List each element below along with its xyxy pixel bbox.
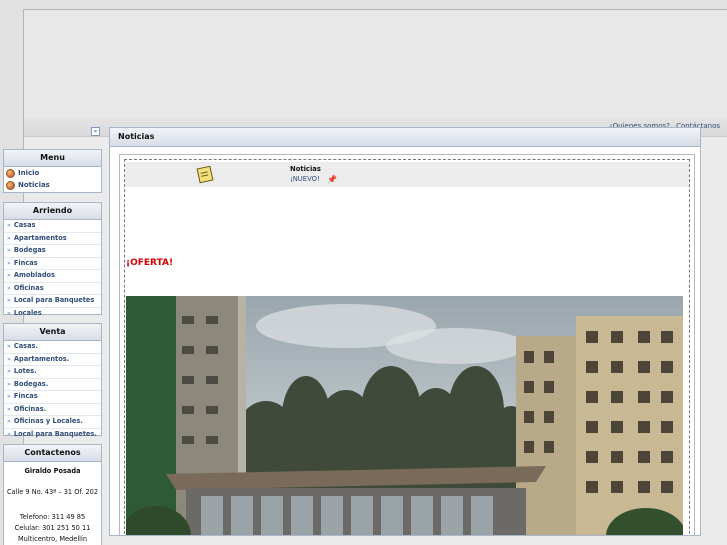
item-label: Local para Banquetes. <box>13 429 97 438</box>
venta-item-apartamentos[interactable]: » Apartamentos. <box>4 354 101 366</box>
arriendo-item-fincas[interactable]: » Fincas <box>4 258 101 270</box>
arrow-icon: » <box>7 297 11 304</box>
item-label: Local para Banquetes <box>13 296 95 304</box>
arrow-icon: » <box>7 430 11 438</box>
header-banner <box>24 10 727 118</box>
menu-item-label: Inicio <box>18 169 40 177</box>
venta-item-oficinas-locales[interactable]: » Oficinas y Locales. <box>4 416 101 429</box>
arriendo-item-local-banquetes[interactable]: » Local para Banquetes <box>4 295 101 308</box>
contact-phone: Telefono: 311 49 85 <box>19 513 86 521</box>
menu-item-inicio[interactable]: Inicio <box>4 167 101 179</box>
menu-title: Menu <box>4 150 101 167</box>
arriendo-item-casas[interactable]: » Casas <box>4 220 101 233</box>
news-icon <box>6 180 15 190</box>
news-frame: Noticias ¡NUEVO! 📌 ¡OFERTA! <box>124 159 690 535</box>
menu-item-noticias[interactable]: Noticias <box>4 179 101 191</box>
venta-item-local-banquetes[interactable]: » Local para Banquetes. <box>4 429 101 441</box>
arrow-icon: » <box>7 368 11 375</box>
contact-name: Giraldo Posada <box>24 467 81 475</box>
item-label: Amoblados <box>13 271 55 279</box>
item-label: Locales <box>13 308 42 317</box>
item-label: Oficinas <box>13 283 44 292</box>
arrow-icon: » <box>7 418 11 425</box>
item-label: Casas. <box>13 342 38 350</box>
content-frame: Noticias ¡NUEVO! 📌 ¡OFERTA! <box>119 154 695 535</box>
pin-icon: 📌 <box>327 175 337 184</box>
arriendo-item-bodegas[interactable]: » Bodegas <box>4 245 101 258</box>
menu-item-label: Noticias <box>18 181 50 189</box>
arriendo-item-locales[interactable]: » Locales <box>4 308 101 320</box>
item-label: Casas <box>13 221 36 229</box>
arrow-icon: » <box>7 222 11 229</box>
venta-item-lotes[interactable]: » Lotes. <box>4 366 101 379</box>
arrow-icon: » <box>7 380 11 388</box>
venta-title: Venta <box>4 324 101 341</box>
menu-box: Menu Inicio Noticias <box>3 149 102 193</box>
arrow-icon: » <box>7 309 11 317</box>
venta-item-fincas[interactable]: » Fincas <box>4 391 101 404</box>
venta-box: Venta » Casas. » Apartamentos. » Lotes. » Bo… <box>3 323 102 438</box>
collapse-sidebar-button[interactable]: « <box>91 127 100 136</box>
main-title: Noticias <box>110 128 700 147</box>
contact-title: Contactenos <box>4 445 101 462</box>
item-label: Oficinas y Locales. <box>13 417 83 425</box>
item-label: Bodegas. <box>13 379 49 388</box>
arrow-icon: » <box>7 405 11 413</box>
arrow-icon: » <box>7 284 11 292</box>
venta-item-bodegas[interactable]: » Bodegas. <box>4 379 101 391</box>
arriendo-title: Arriendo <box>4 203 101 220</box>
note-icon <box>196 165 214 184</box>
arriendo-box: Arriendo » Casas » Apartamentos » Bodegas »… <box>3 202 102 317</box>
home-icon <box>6 168 15 178</box>
arrow-icon: » <box>7 247 11 254</box>
item-label: Fincas <box>13 392 38 400</box>
contact-cell: Celular: 301 251 50 11 <box>14 524 91 532</box>
building-photo <box>126 296 683 535</box>
arrow-icon: » <box>7 355 11 363</box>
arrow-icon: » <box>7 259 11 267</box>
nuevo-link[interactable]: ¡NUEVO! <box>290 175 320 183</box>
arriendo-item-oficinas[interactable]: » Oficinas <box>4 283 101 295</box>
arriendo-item-apartamentos[interactable]: » Apartamentos <box>4 233 101 245</box>
oferta-heading: ¡OFERTA! <box>126 258 174 268</box>
item-label: Oficinas. <box>13 404 47 413</box>
venta-item-oficinas[interactable]: » Oficinas. <box>4 404 101 416</box>
arrow-icon: » <box>7 393 11 400</box>
item-label: Apartamentos. <box>13 354 70 363</box>
item-label: Apartamentos <box>13 233 67 242</box>
contact-extra: Multicentro, Medellín <box>17 535 88 543</box>
arrow-icon: » <box>7 272 11 279</box>
arrow-icon: » <box>7 234 11 242</box>
item-label: Lotes. <box>13 367 37 375</box>
arriendo-item-amoblados[interactable]: » Amoblados <box>4 270 101 283</box>
news-header: Noticias ¡NUEVO! 📌 <box>125 162 689 187</box>
building-photo-svg <box>126 296 683 535</box>
main-panel: Noticias Noticias ¡NUEVO! 📌 ¡OFERTA! <box>109 127 701 536</box>
contact-body: Giraldo Posada Calle 9 No. 43ª – 31 Of. … <box>4 466 101 545</box>
contact-address: Calle 9 No. 43ª – 31 Of. 202 <box>6 488 99 496</box>
item-label: Fincas <box>13 258 38 267</box>
news-label: Noticias <box>290 165 321 173</box>
venta-item-casas[interactable]: » Casas. <box>4 341 101 354</box>
item-label: Bodegas <box>13 246 46 254</box>
contact-box: Contactenos Giraldo Posada Calle 9 No. 4… <box>3 444 102 545</box>
arrow-icon: » <box>7 343 11 350</box>
